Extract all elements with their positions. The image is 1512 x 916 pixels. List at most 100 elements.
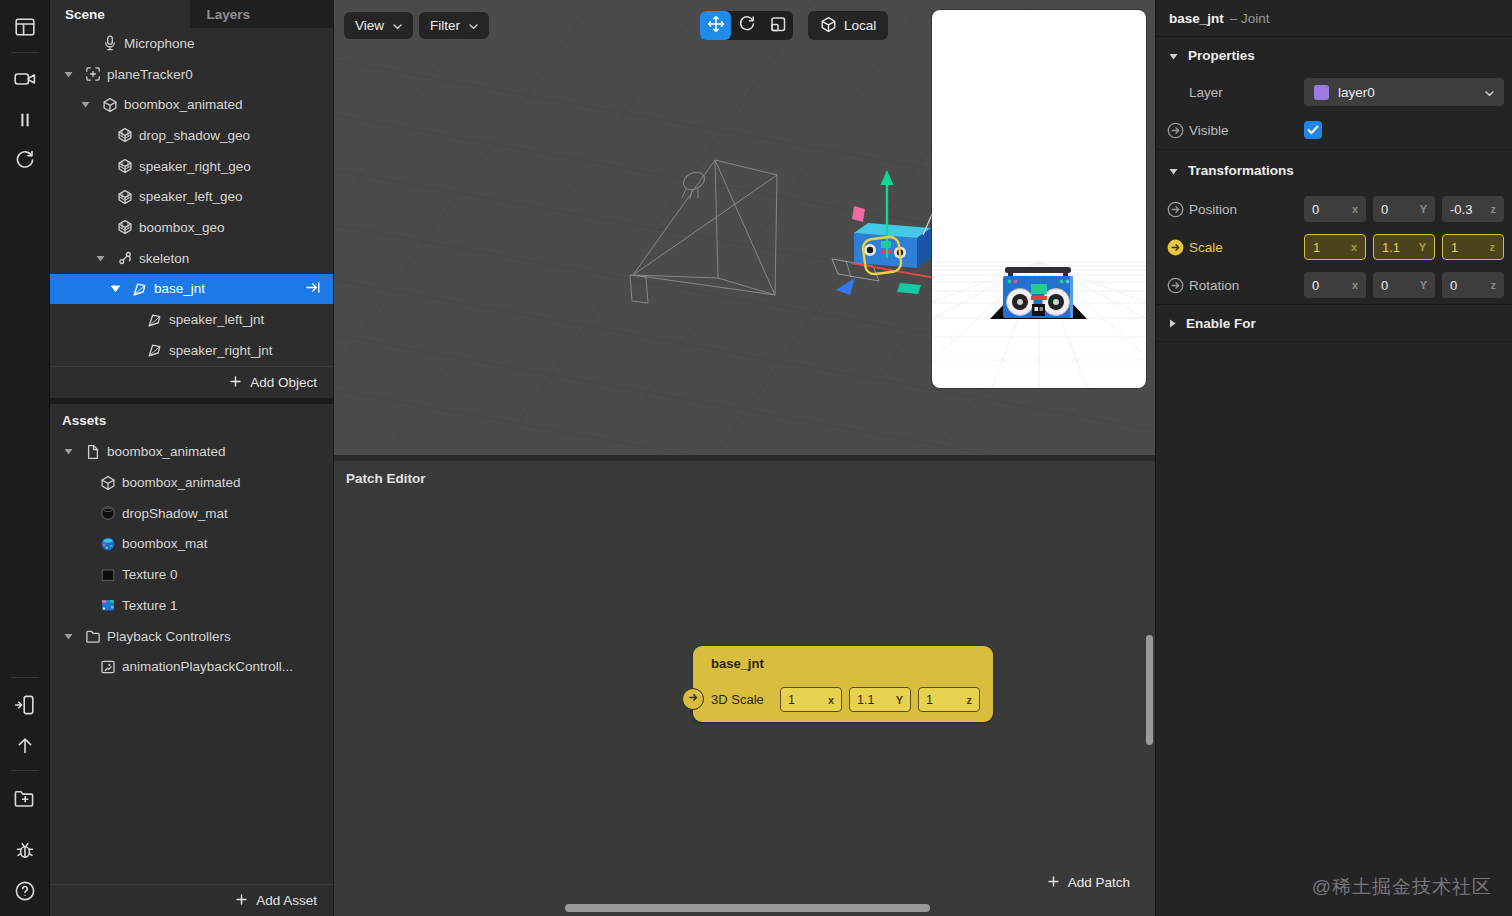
scene-tree-item-microphone[interactable]: Microphone	[50, 28, 333, 59]
assets-tree-item-boombox-mat[interactable]: boombox_mat	[50, 529, 333, 560]
inspector-header: base_jnt – Joint	[1156, 0, 1512, 37]
boombox-object[interactable]	[854, 212, 933, 268]
assets-tree-item-dropshadow-mat[interactable]: dropShadow_mat	[50, 498, 333, 529]
camera-icon[interactable]	[13, 67, 37, 91]
scale-field-y[interactable]: 1.1Y	[1373, 234, 1435, 260]
add-asset-button[interactable]: Add Asset	[50, 884, 333, 916]
scene-tree-item-speaker-right-geo[interactable]: speaker_right_geo	[50, 151, 333, 182]
debug-icon[interactable]	[13, 838, 37, 862]
scene-tree-item-speaker-left-jnt[interactable]: speaker_left_jnt	[50, 304, 333, 335]
patch-port-icon[interactable]	[1167, 122, 1187, 139]
texture-dark-icon	[100, 567, 122, 583]
simulator-preview	[932, 10, 1146, 388]
view-dropdown[interactable]: View	[344, 12, 413, 39]
add-object-button[interactable]: Add Object	[50, 366, 333, 398]
patch-field-y[interactable]: 1.1Y	[849, 687, 911, 712]
watermark: @稀土掘金技术社区	[1312, 874, 1492, 900]
new-project-icon[interactable]	[13, 786, 37, 810]
scene-tree-item-boombox-geo[interactable]: boombox_geo	[50, 212, 333, 243]
object-icon	[102, 97, 124, 113]
rotation-field-z[interactable]: 0z	[1442, 272, 1504, 298]
assets-tree-item-boombox-animated[interactable]: boombox_animated	[50, 467, 333, 498]
rotate-tool-icon	[738, 15, 756, 36]
disclosure-triangle-icon[interactable]	[64, 633, 85, 640]
layer-dropdown[interactable]: layer0	[1304, 78, 1504, 106]
rotation-field-x[interactable]: 0x	[1304, 272, 1366, 298]
disclosure-triangle-icon[interactable]	[64, 71, 85, 78]
plus-icon	[236, 893, 247, 908]
patch-port-icon[interactable]	[1167, 239, 1187, 256]
properties-section-header[interactable]: Properties	[1156, 37, 1512, 73]
tab-scene[interactable]: Scene	[50, 0, 190, 28]
spark-studio-window: Scene Layers MicrophoneplaneTracker0boom…	[0, 0, 1512, 916]
scale-field-x[interactable]: 1x	[1304, 234, 1366, 260]
transformations-section-header[interactable]: Transformations	[1156, 150, 1512, 190]
disclosure-triangle-icon[interactable]	[81, 101, 102, 108]
scene-assets-panel: Scene Layers MicrophoneplaneTracker0boom…	[50, 0, 334, 916]
rotation-field-y[interactable]: 0Y	[1373, 272, 1435, 298]
publish-icon[interactable]	[13, 733, 37, 757]
patch-port-icon[interactable]	[1167, 201, 1187, 218]
disclosure-triangle-icon[interactable]	[64, 448, 85, 455]
chevron-down-icon	[469, 18, 478, 33]
disclosure-triangle-icon[interactable]	[96, 255, 117, 262]
scene-tree-item-planetracker0[interactable]: planeTracker0	[50, 59, 333, 90]
assets-tree-item-playback-controllers[interactable]: Playback Controllers	[50, 621, 333, 652]
help-icon[interactable]	[13, 879, 37, 903]
add-patch-button[interactable]: Add Patch	[1048, 875, 1130, 890]
patch-node-base-jnt[interactable]: base_jnt 3D Scale 1x1.1Y1z	[693, 646, 993, 722]
assets-tree-item-texture-0[interactable]: Texture 0	[50, 559, 333, 590]
disclosure-triangle-icon[interactable]	[111, 285, 132, 292]
scene-tree-item-speaker-right-jnt[interactable]: speaker_right_jnt	[50, 335, 333, 366]
enable-for-section-header[interactable]: Enable For	[1156, 305, 1512, 341]
local-space-button[interactable]: Local	[808, 11, 888, 40]
vertical-scrollbar[interactable]	[1146, 635, 1153, 745]
patch-output-port[interactable]	[682, 688, 704, 710]
scale-tool-button[interactable]	[762, 11, 793, 40]
position-field-z[interactable]: -0.3z	[1442, 196, 1504, 222]
chevron-down-icon	[393, 18, 402, 33]
filter-dropdown[interactable]: Filter	[419, 12, 489, 39]
scene-tree-item-skeleton[interactable]: skeleton	[50, 243, 333, 274]
rotate-tool-button[interactable]	[731, 11, 762, 40]
restart-icon[interactable]	[13, 148, 37, 172]
arrow-right-icon	[687, 691, 700, 707]
assets-title: Assets	[50, 404, 333, 437]
layer-row: Layer layer0	[1156, 73, 1512, 111]
tab-layers[interactable]: Layers	[190, 0, 334, 28]
collapse-triangle-icon	[1169, 48, 1178, 63]
viewport-3d[interactable]: View Filter Local	[334, 0, 1155, 457]
patch-port-icon[interactable]	[1167, 277, 1187, 294]
material-blue-icon	[100, 536, 122, 552]
visible-row: Visible	[1156, 111, 1512, 149]
position-field-y[interactable]: 0Y	[1373, 196, 1435, 222]
layout-icon[interactable]	[13, 15, 37, 39]
toolbar-divider	[11, 52, 39, 53]
jump-to-patch-icon[interactable]	[306, 281, 321, 296]
patch-field-z[interactable]: 1z	[918, 687, 980, 712]
assets-tree-item-boombox-animated[interactable]: boombox_animated	[50, 437, 333, 468]
simulator-render	[932, 10, 1146, 388]
send-to-device-icon[interactable]	[13, 693, 37, 717]
assets-tree: boombox_animatedboombox_animateddropShad…	[50, 437, 333, 683]
patch-editor-title: Patch Editor	[346, 471, 426, 486]
scene-tree-item-boombox-animated[interactable]: boombox_animated	[50, 89, 333, 120]
pause-icon[interactable]	[13, 108, 37, 132]
move-tool-button[interactable]	[700, 11, 731, 40]
joint-icon	[132, 281, 154, 297]
horizontal-scrollbar[interactable]	[565, 904, 930, 912]
skeleton-icon	[117, 250, 139, 266]
position-field-x[interactable]: 0x	[1304, 196, 1366, 222]
assets-tree-item-animationplaybackcontroll-[interactable]: animationPlaybackControll...	[50, 651, 333, 682]
plus-icon	[230, 375, 241, 390]
scene-tree-item-speaker-left-geo[interactable]: speaker_left_geo	[50, 181, 333, 212]
scene-tree-item-drop-shadow-geo[interactable]: drop_shadow_geo	[50, 120, 333, 151]
patch-editor-panel[interactable]: Patch Editor base_jnt 3D Scale 1x1.1Y1z …	[334, 455, 1155, 916]
assets-panel: Assets boombox_animatedboombox_animatedd…	[50, 404, 333, 916]
patch-field-x[interactable]: 1x	[780, 687, 842, 712]
scale-field-z[interactable]: 1z	[1442, 234, 1504, 260]
assets-tree-item-texture-1[interactable]: Texture 1	[50, 590, 333, 621]
visible-checkbox[interactable]	[1304, 121, 1322, 139]
scene-tree-item-base-jnt[interactable]: base_jnt	[50, 274, 333, 305]
toolbar-divider	[11, 770, 39, 771]
